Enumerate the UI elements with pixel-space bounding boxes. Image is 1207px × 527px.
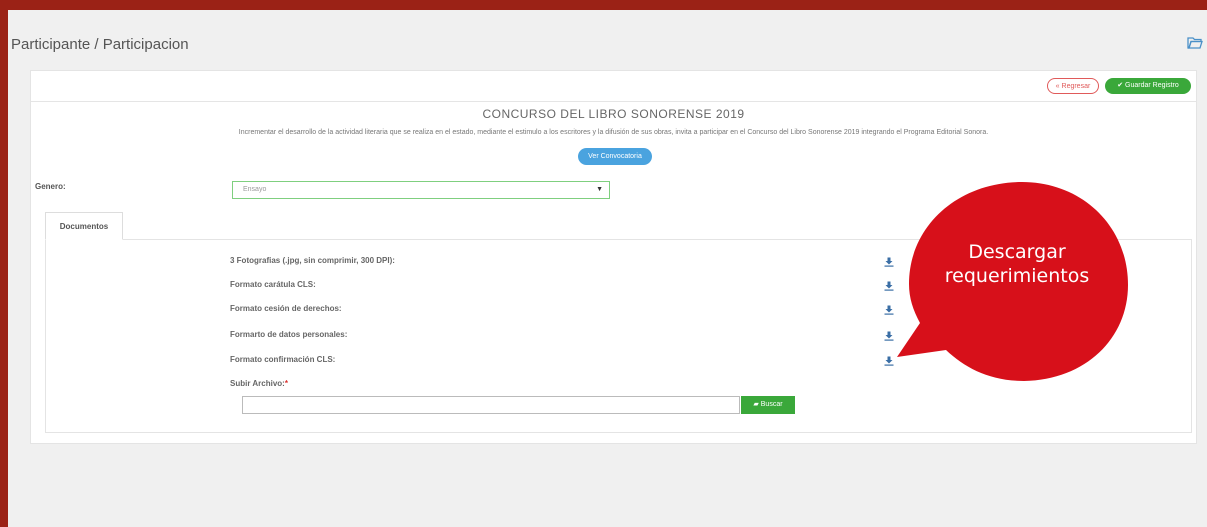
browse-button[interactable]: ▰ Buscar — [741, 396, 795, 414]
document-label: Formato carátula CLS: — [230, 280, 316, 289]
view-call-button[interactable]: Ver Convocatoria — [578, 148, 652, 165]
document-label: Formato confirmación CLS: — [230, 355, 336, 364]
document-label: Formarto de datos personales: — [230, 330, 348, 339]
genre-label: Genero: — [35, 182, 66, 191]
file-path-input[interactable] — [242, 396, 740, 414]
folder-icon: ▰ — [753, 401, 759, 408]
document-label: Formato cesión de derechos: — [230, 304, 342, 313]
breadcrumb: Participante / Participacion — [11, 36, 189, 53]
actions-bar: « Regresar ✔ Guardar Registro — [31, 71, 1196, 102]
document-label: 3 Fotografias (.jpg, sin comprimir, 300 … — [230, 256, 395, 265]
required-mark: * — [284, 379, 288, 388]
download-icon[interactable] — [884, 331, 894, 341]
top-bar: Participante / Participacion — [8, 10, 1207, 68]
download-icon[interactable] — [884, 305, 894, 315]
callout-line: requerimientos — [944, 265, 1090, 287]
genre-selected-value: Ensayo — [243, 186, 267, 193]
download-icon[interactable] — [884, 257, 894, 267]
download-icon[interactable] — [884, 356, 894, 366]
browse-button-label: Buscar — [760, 401, 783, 408]
folder-open-icon[interactable] — [1187, 35, 1203, 51]
upload-label: Subir Archivo:* — [230, 379, 288, 388]
callout-text: Descargar requerimientos — [912, 240, 1122, 288]
tab-documents[interactable]: Documentos — [45, 212, 123, 240]
contest-description: Incrementar el desarrollo de la activida… — [238, 129, 989, 136]
chevron-down-icon: ▼ — [596, 186, 603, 193]
callout-line: Descargar — [968, 241, 1066, 263]
contest-title: CONCURSO DEL LIBRO SONORENSE 2019 — [482, 107, 745, 121]
download-icon[interactable] — [884, 281, 894, 291]
genre-select[interactable]: Ensayo ▼ — [232, 181, 610, 199]
upload-label-text: Subir Archivo: — [230, 379, 285, 388]
back-button[interactable]: « Regresar — [1047, 78, 1099, 94]
save-button[interactable]: ✔ Guardar Registro — [1105, 78, 1191, 94]
